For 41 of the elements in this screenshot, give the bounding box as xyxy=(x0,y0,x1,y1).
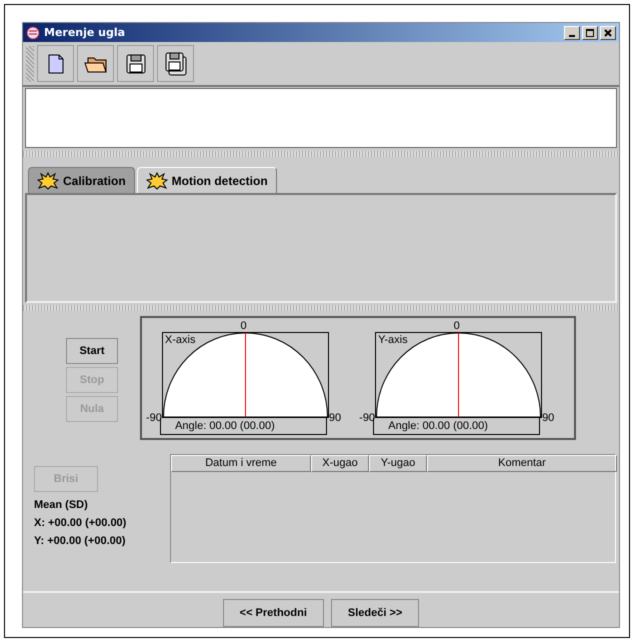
minimize-icon xyxy=(569,34,575,36)
open-button[interactable] xyxy=(77,45,114,82)
angle-reading: Angle: 00.00 (00.00) xyxy=(160,418,328,435)
minimize-button[interactable] xyxy=(564,26,580,40)
document-icon xyxy=(48,54,64,74)
folder-icon xyxy=(84,54,108,72)
starburst-icon xyxy=(37,172,59,190)
column-header[interactable]: Y-ugao xyxy=(369,455,427,472)
angle-reading: Angle: 00.00 (00.00) xyxy=(373,418,540,435)
y-stat: Y: +00.00 (+00.00) xyxy=(34,534,127,549)
starburst-icon xyxy=(146,172,168,190)
maximize-button[interactable] xyxy=(582,26,598,40)
tick-label: -90 xyxy=(146,412,162,424)
toolbar-grip[interactable] xyxy=(26,46,34,82)
maximize-icon xyxy=(585,28,595,38)
axis-label: X-axis xyxy=(164,334,196,346)
window-title: Merenje ugla xyxy=(44,26,126,39)
column-header[interactable]: X-ugao xyxy=(311,455,369,472)
close-button[interactable] xyxy=(600,26,616,40)
tick-label: -90 xyxy=(359,412,376,424)
save-all-button[interactable] xyxy=(157,45,194,82)
tick-label: 0 xyxy=(240,320,247,332)
tick-label: 0 xyxy=(454,320,460,332)
control-button[interactable]: Start xyxy=(66,338,118,364)
new-button[interactable] xyxy=(37,45,74,82)
column-header[interactable]: Datum i vreme xyxy=(171,455,311,472)
close-icon xyxy=(603,28,613,38)
axis-label: Y-axis xyxy=(378,334,408,346)
tick-label: 90 xyxy=(328,412,342,424)
nav-button[interactable]: Sledeči >> xyxy=(330,599,420,627)
x-stat: X: +00.00 (+00.00) xyxy=(34,516,128,531)
stats-title: Mean (SD) xyxy=(34,498,89,513)
save-button[interactable] xyxy=(117,45,154,82)
tick-label: 90 xyxy=(542,412,554,424)
tab[interactable]: Calibration xyxy=(28,167,135,193)
app-icon xyxy=(26,26,40,40)
floppy-disks-icon xyxy=(164,52,186,76)
column-header[interactable]: Komentar xyxy=(427,455,617,472)
nav-button[interactable]: << Prethodni xyxy=(222,599,324,627)
tab[interactable]: Motion detection xyxy=(136,167,277,193)
text-area[interactable] xyxy=(25,88,617,148)
